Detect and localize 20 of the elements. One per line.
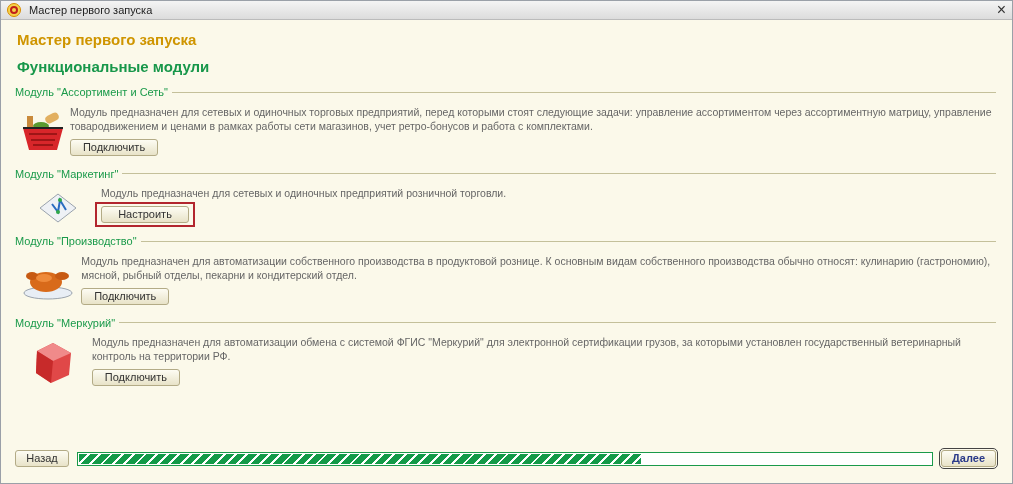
next-button[interactable]: Далее (941, 450, 996, 467)
module-title: Модуль "Маркетинг" (15, 166, 119, 182)
cube-icon (33, 340, 74, 385)
module-button[interactable]: Подключить (81, 287, 170, 305)
module-description: Модуль предназначен для автоматизации обмена с системой ФГИС "Меркурий" для электронной сертификации грузов, за которыми установлен государственный ветеринарный контроль на территории РФ. (91, 335, 962, 363)
module-description: Модуль предназначен для автоматизации собственного производства в продуктовой рознице. К основным видам собственного производства обычно относят: кулинарию (гастрономию), мясной, рыбный отделы, пекарни и кондитерский отдел. (81, 253, 992, 282)
module-title: Модуль "Ассортимент и Сеть" (15, 85, 168, 100)
wizard-title: Мастер первого запуска (17, 30, 198, 50)
module-title: Модуль "Производство" (15, 234, 137, 249)
module-description: Модуль предназначен для сетевых и одиночных торговых предприятий, перед которыми стоят следующие задачи: управление ассортиментом через ассортиментную матрицу, управление товародвижением и ценами в рамках работы сети магазинов, учет ретро-бонусов и работа с комплектами. (70, 104, 993, 133)
back-button[interactable]: Назад (15, 450, 69, 467)
module-description: Модуль предназначен для сетевых и одиночных предприятий розничной торговли. (101, 186, 507, 200)
app-logo-icon (7, 3, 21, 17)
module-button[interactable]: Подключить (91, 369, 180, 386)
module-title: Модуль "Меркурий" (15, 315, 116, 331)
module-button[interactable]: Подключить (70, 138, 158, 156)
window-title: Мастер первого запуска (29, 2, 153, 18)
module-button[interactable]: Настроить (101, 206, 189, 223)
close-button[interactable]: × (996, 2, 1006, 18)
section-title: Функциональные модули (17, 56, 211, 77)
